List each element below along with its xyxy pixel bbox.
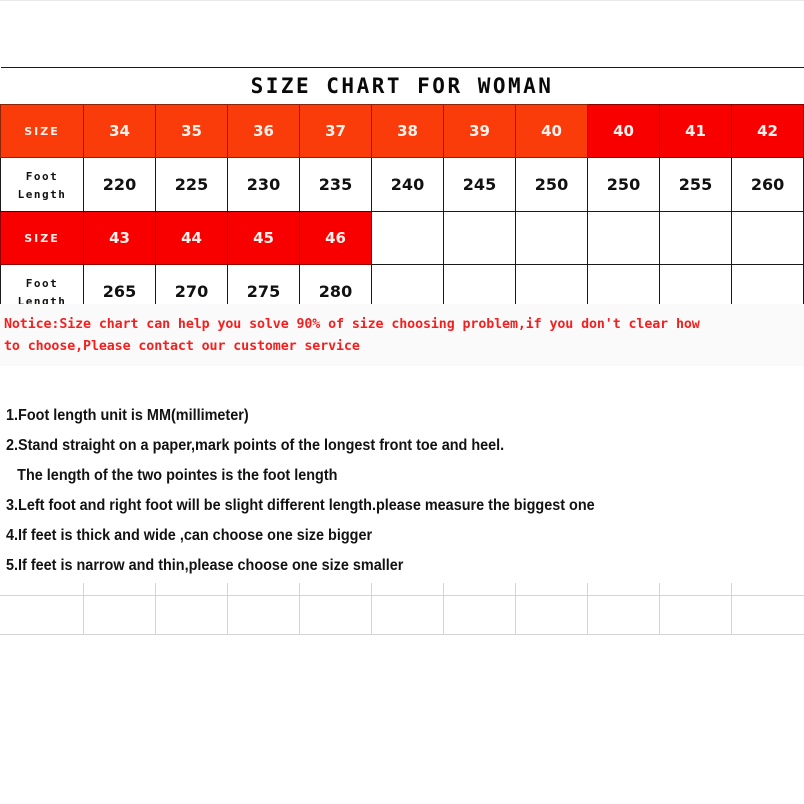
size-cell: 36 bbox=[227, 104, 300, 158]
bottom-grid-cell bbox=[515, 594, 589, 635]
foot-length-row-label-1: Foot Length bbox=[0, 157, 84, 212]
notice-block: Notice:Size chart can help you solve 90%… bbox=[0, 304, 804, 366]
foot-length-cell: 240 bbox=[371, 157, 444, 212]
foot-length-cell: 245 bbox=[443, 157, 516, 212]
bottom-grid-cell bbox=[82, 583, 156, 596]
bottom-grid-cell bbox=[154, 594, 228, 635]
notice-line-1: Notice:Size chart can help you solve 90%… bbox=[4, 317, 700, 332]
chart-title-cell: SIZE CHART FOR WOMAN bbox=[0, 67, 804, 105]
bottom-grid-cell bbox=[442, 594, 517, 635]
size-header-row-1: SIZE 34 35 36 37 38 39 40 40 41 42 bbox=[0, 104, 804, 158]
size-cell-empty bbox=[587, 211, 660, 265]
size-cell-empty bbox=[443, 211, 516, 265]
size-cell-empty bbox=[730, 211, 804, 265]
page-title: SIZE CHART FOR WOMAN bbox=[250, 74, 554, 98]
size-cell: 41 bbox=[659, 104, 732, 158]
size-header-row-2: SIZE 43 44 45 46 bbox=[0, 211, 804, 265]
size-cell: 44 bbox=[155, 211, 228, 265]
size-cell: 35 bbox=[155, 104, 228, 158]
bottom-grid-row bbox=[0, 583, 804, 596]
bottom-grid-cell bbox=[370, 583, 444, 596]
size-cell: 46 bbox=[299, 211, 372, 265]
foot-length-cell: 220 bbox=[83, 157, 156, 212]
foot-length-cell: 250 bbox=[515, 157, 588, 212]
instruction-item: 2.Stand straight on a paper,mark points … bbox=[6, 437, 505, 454]
bottom-grid-cell bbox=[0, 583, 84, 596]
size-cell: 39 bbox=[443, 104, 516, 158]
bottom-grid-cell bbox=[226, 594, 300, 635]
size-cell-empty bbox=[659, 211, 732, 265]
size-cell: 40 bbox=[587, 104, 660, 158]
instruction-item: 1.Foot length unit is MM(millimeter) bbox=[6, 407, 249, 424]
size-cell: 37 bbox=[299, 104, 372, 158]
bottom-grid-cell bbox=[731, 583, 804, 596]
size-cell: 38 bbox=[371, 104, 444, 158]
bottom-grid-cell bbox=[515, 583, 589, 596]
foot-length-cell: 255 bbox=[659, 157, 732, 212]
instruction-item-continuation: The length of the two pointes is the foo… bbox=[17, 467, 338, 484]
size-cell: 34 bbox=[83, 104, 156, 158]
bottom-grid-cell bbox=[659, 583, 733, 596]
bottom-grid-cell bbox=[442, 583, 517, 596]
instruction-item: 3.Left foot and right foot will be sligh… bbox=[6, 497, 595, 514]
size-row-label-2: SIZE bbox=[0, 211, 84, 265]
size-row-label-1: SIZE bbox=[0, 104, 84, 158]
bottom-grid-cell bbox=[226, 583, 300, 596]
instructions-list: 1.Foot length unit is MM(millimeter) 2.S… bbox=[6, 401, 796, 581]
foot-length-row-1: Foot Length 220 225 230 235 240 245 250 … bbox=[0, 157, 804, 212]
size-cell: 42 bbox=[730, 104, 804, 158]
bottom-grid-cell bbox=[587, 594, 661, 635]
size-cell: 40 bbox=[515, 104, 588, 158]
bottom-grid-cell bbox=[298, 594, 372, 635]
size-cell: 45 bbox=[227, 211, 300, 265]
instruction-item: 5.If feet is narrow and thin,please choo… bbox=[6, 557, 404, 574]
bottom-grid-cell bbox=[154, 583, 228, 596]
bottom-grid-cell bbox=[0, 594, 84, 635]
size-chart-table: SIZE CHART FOR WOMAN SIZE 34 35 36 37 38… bbox=[0, 67, 804, 319]
foot-length-cell: 225 bbox=[155, 157, 228, 212]
bottom-grid-cell bbox=[587, 583, 661, 596]
bottom-empty-grid bbox=[0, 583, 804, 635]
foot-length-cell: 260 bbox=[730, 157, 804, 212]
bottom-grid-cell bbox=[82, 594, 156, 635]
foot-length-cell: 250 bbox=[587, 157, 660, 212]
foot-length-cell: 230 bbox=[227, 157, 300, 212]
bottom-grid-cell bbox=[298, 583, 372, 596]
size-cell: 43 bbox=[83, 211, 156, 265]
notice-line-2: to choose,Please contact our customer se… bbox=[4, 339, 360, 354]
size-chart-page: SIZE CHART FOR WOMAN SIZE 34 35 36 37 38… bbox=[0, 0, 804, 804]
bottom-grid-cell bbox=[370, 594, 444, 635]
chart-title-row: SIZE CHART FOR WOMAN bbox=[0, 67, 804, 105]
bottom-grid-cell bbox=[659, 594, 733, 635]
size-cell-empty bbox=[371, 211, 444, 265]
instruction-item: 4.If feet is thick and wide ,can choose … bbox=[6, 527, 373, 544]
bottom-grid-row bbox=[0, 594, 804, 635]
bottom-grid-cell bbox=[731, 594, 804, 635]
foot-length-cell: 235 bbox=[299, 157, 372, 212]
size-cell-empty bbox=[515, 211, 588, 265]
